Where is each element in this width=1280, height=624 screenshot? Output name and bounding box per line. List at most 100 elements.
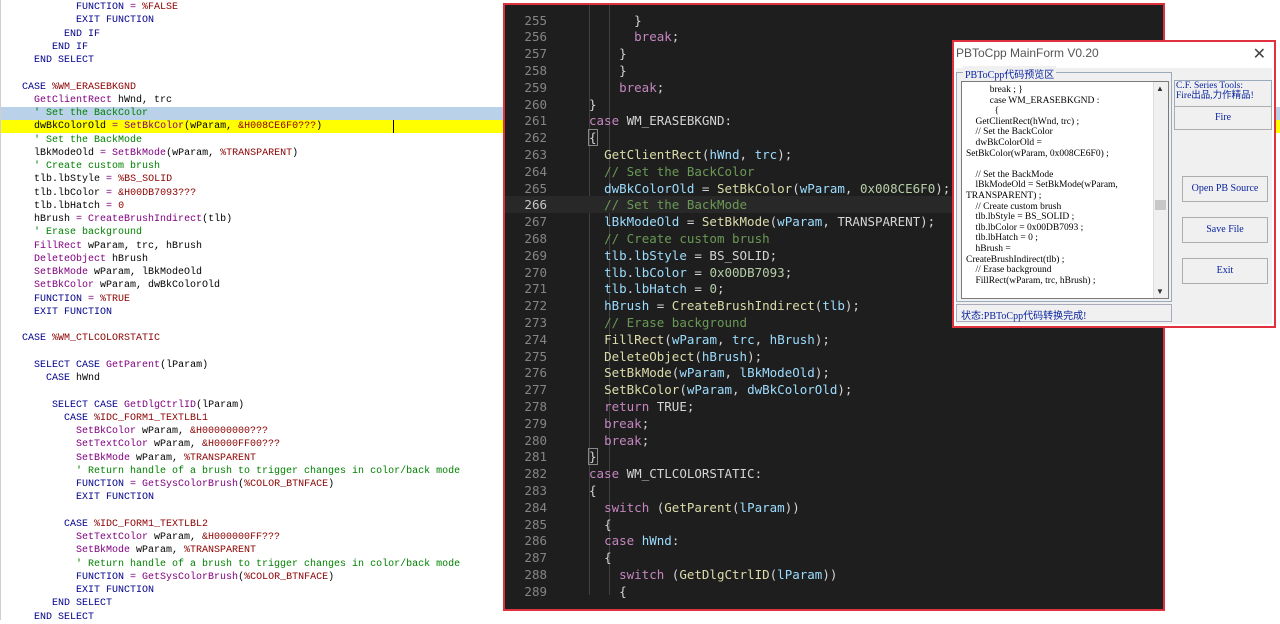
pb-code-token: )	[328, 571, 335, 583]
scroll-up-icon[interactable]: ▲	[1156, 84, 1164, 93]
open-pb-source-button[interactable]: Open PB Source	[1182, 176, 1268, 202]
pb-code-token	[4, 400, 52, 411]
cpp-code-text: FillRect(wParam, trc, hBrush);	[589, 331, 830, 348]
pb-code-token	[4, 373, 46, 384]
fire-button[interactable]: Fire	[1174, 106, 1272, 130]
pb-code-token: wParam,	[148, 439, 203, 451]
cpp-code-token: switch	[619, 566, 665, 582]
preview-line: hBrush =	[966, 244, 1011, 254]
pb-code-token: &H00000000???	[190, 426, 269, 437]
cpp-code-token: break	[619, 79, 657, 95]
pb-code-token	[4, 545, 76, 556]
cpp-code-token: (	[792, 180, 800, 196]
pb-code-token	[4, 360, 34, 371]
cpp-code-token: trc	[754, 146, 778, 162]
cpp-code-text: dwBkColorOld = SetBkColor(wParam, 0x008C…	[589, 180, 950, 197]
cpp-code-token	[589, 248, 604, 263]
tools-label: C.F. Series Tools: Fire出品,力作精品!	[1176, 81, 1272, 101]
scroll-down-icon[interactable]: ▼	[1156, 287, 1164, 296]
preview-legend: PBToCpp代码预览区	[963, 66, 1057, 81]
line-number: 283	[524, 482, 547, 498]
cpp-code-token: ,	[844, 180, 860, 196]
preview-scrollbar[interactable]: ▲ ▼	[1153, 82, 1168, 298]
pb-code-token: =	[124, 2, 143, 13]
pb-code-token: %COLOR_BTNFACE	[244, 479, 329, 490]
cpp-code-token	[589, 80, 619, 95]
cpp-code-token: = BS_SOLID;	[686, 247, 778, 263]
preview-line: lBkModeOld = SetBkMode(wParam,	[966, 180, 1118, 191]
pb-code-token: hBrush	[4, 214, 77, 225]
cpp-code-token: lParam	[777, 566, 823, 582]
cpp-code-line: 283 {	[505, 482, 1163, 499]
pb-code-token: %COLOR_BTNFACE	[244, 571, 329, 583]
pb-code-token: (lParam)	[196, 399, 245, 411]
pb-code-token: CASE	[64, 518, 89, 530]
cpp-code-line: 286 case hWnd:	[505, 532, 1163, 549]
line-number: 258	[524, 62, 547, 78]
cpp-code-token: 0x008CE6F0	[859, 180, 936, 196]
preview-line	[966, 159, 1156, 170]
cpp-code-token: break	[634, 29, 672, 45]
pb-code-token: FUNCTION	[76, 2, 125, 13]
pb-code-token: tlb.lbStyle	[4, 174, 107, 186]
line-number: 279	[524, 415, 547, 431]
line-number: 271	[524, 281, 547, 297]
tools-label-line1: C.F. Series Tools:	[1176, 81, 1244, 91]
pb-code-token: ' Erase background	[34, 227, 143, 239]
pb-code-token: SetBkColor	[124, 121, 185, 133]
pb-code-token: CASE	[22, 333, 47, 345]
cpp-code-token: );	[747, 348, 763, 364]
line-number: 268	[524, 230, 547, 246]
line-number: 266	[524, 197, 547, 213]
line-number: 281	[524, 449, 547, 465]
cpp-code-token: (	[664, 566, 680, 582]
pb-code-token	[4, 280, 34, 291]
cpp-code-line: 288 switch (GetDlgCtrlID(lParam))	[505, 566, 1163, 583]
cpp-code-token: case	[589, 113, 620, 129]
cpp-code-token	[589, 315, 604, 330]
pb-code-token: hBrush	[106, 253, 149, 265]
pb-code-token: CASE	[46, 373, 71, 384]
cpp-code-text: hBrush = CreateBrushIndirect(tlb);	[589, 297, 860, 314]
pb-code-token: =	[124, 479, 143, 490]
pb-code-token	[4, 453, 76, 464]
pb-code-token	[4, 241, 34, 252]
pb-code-token	[4, 42, 52, 53]
cpp-code-token: lbStyle	[634, 247, 687, 263]
pb-code-token: ' Return handle of a brush to trigger ch…	[76, 558, 461, 570]
cpp-code-token: ,	[739, 146, 755, 162]
pb-code-token: EXIT FUNCTION	[76, 492, 155, 504]
line-number: 255	[524, 12, 547, 28]
pb-code-token: =	[124, 571, 143, 583]
pb-code-token: SELECT CASE	[34, 359, 101, 371]
exit-button[interactable]: Exit	[1182, 258, 1268, 284]
pb-code-token: )	[292, 147, 299, 159]
pb-code-token	[4, 479, 76, 490]
cpp-code-token	[589, 533, 604, 548]
pb-code-token: tlb.lbHatch	[4, 200, 107, 212]
pb-code-token	[4, 532, 76, 543]
cpp-code-token	[589, 433, 604, 448]
pb-code-token: EXIT FUNCTION	[34, 306, 113, 318]
pb-code-token: =	[82, 293, 101, 305]
cpp-code-token: tlb	[604, 247, 627, 263]
cpp-code-token	[589, 13, 634, 28]
cpp-code-token: lbColor	[634, 264, 687, 280]
scroll-thumb[interactable]	[1155, 200, 1166, 210]
line-number: 264	[524, 163, 547, 179]
cpp-code-token: 0x00DB7093	[709, 264, 785, 280]
preview-textarea[interactable]: break ; } case WM_ERASEBKGND : { GetClie…	[961, 81, 1169, 299]
pb-code-token: wParam, lBkModeOld	[88, 267, 203, 278]
line-number: 289	[524, 583, 547, 599]
pb-code-token	[4, 161, 34, 172]
save-file-button[interactable]: Save File	[1182, 217, 1268, 243]
cpp-code-line: 255 }	[505, 12, 1163, 29]
pb-code-token: lBkModeOld	[4, 147, 101, 159]
cpp-code-token	[589, 500, 604, 515]
cpp-code-line: 279 break;	[505, 415, 1163, 432]
cpp-code-token: );	[837, 382, 853, 398]
cpp-code-token: WM_CTLCOLORSTATIC:	[619, 466, 763, 482]
cpp-code-token: (	[664, 331, 672, 347]
close-icon[interactable]: ✕	[1253, 44, 1266, 64]
cpp-code-token: TRUE;	[649, 398, 695, 414]
